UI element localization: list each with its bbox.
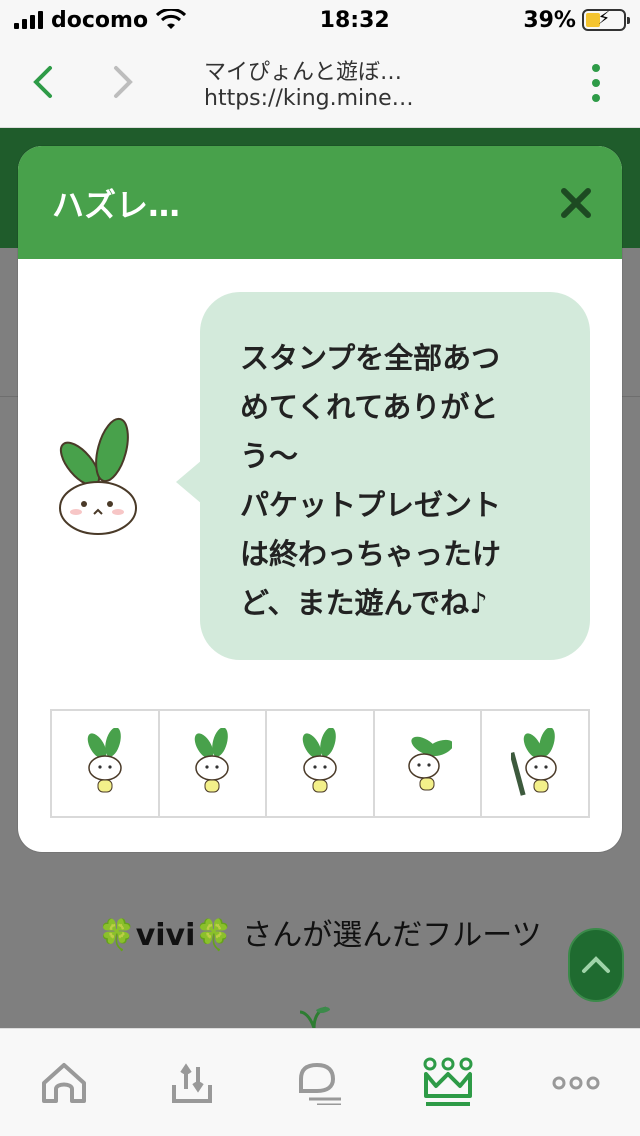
home-icon xyxy=(42,1062,86,1103)
tab-crown[interactable] xyxy=(408,1043,488,1123)
rabbit-mascot-icon xyxy=(59,417,137,535)
carrier-label: docomo xyxy=(51,7,149,33)
bottom-tab-bar xyxy=(0,1028,640,1136)
rabbit-stamp-icon xyxy=(302,727,337,792)
stamp-card xyxy=(50,709,590,818)
more-icon xyxy=(552,1076,600,1089)
selected-fruit-heading: 🍀vivi🍀 さんが選んだフルーツ xyxy=(0,910,640,954)
fruit-label: さんが選んだフルーツ xyxy=(232,918,542,953)
battery-icon: ⚡ xyxy=(581,8,630,31)
browser-toolbar: マイぴょんと遊ぼ… https://king.mine… xyxy=(0,40,640,128)
battery-group: 39% ⚡ xyxy=(523,7,630,33)
chevron-right-icon[interactable] xyxy=(108,62,138,102)
stamp-slot xyxy=(160,711,268,816)
rabbit-stamp-icon xyxy=(195,727,230,792)
user-name: vivi xyxy=(135,918,196,953)
result-modal: ハズレ… スタンプを全部あつ めてくれてありがと う〜 パケットプレゼント は終… xyxy=(18,146,622,852)
stamp-slot xyxy=(267,711,375,816)
modal-header: ハズレ… xyxy=(18,146,622,259)
tab-home[interactable] xyxy=(24,1043,104,1123)
carrier-group: docomo xyxy=(14,7,187,33)
page-title[interactable]: マイぴょんと遊ぼ… xyxy=(204,54,402,86)
rabbit-stamp-icon xyxy=(407,736,452,790)
tab-download[interactable] xyxy=(152,1043,232,1123)
cherry-icon xyxy=(299,1006,330,1029)
stamp-slot xyxy=(482,711,588,816)
stamp-slot xyxy=(375,711,483,816)
clock: 18:32 xyxy=(319,7,390,33)
chevron-up-icon xyxy=(582,956,610,973)
clover-icon: 🍀 xyxy=(195,918,233,953)
battery-percent: 39% xyxy=(523,7,576,33)
status-bar: docomo 18:32 39% ⚡ xyxy=(0,0,640,40)
speech-bubble: スタンプを全部あつ めてくれてありがと う〜 パケットプレゼント は終わっちゃっ… xyxy=(176,292,590,660)
rabbit-stamp-icon xyxy=(511,727,557,796)
modal-message: スタンプを全部あつ めてくれてありがと う〜 パケットプレゼント は終わっちゃっ… xyxy=(240,341,502,620)
clover-icon: 🍀 xyxy=(98,918,136,953)
scroll-top-button[interactable] xyxy=(568,928,624,1002)
stamp-slot xyxy=(52,711,160,816)
signal-icon xyxy=(14,11,43,29)
close-icon[interactable] xyxy=(560,187,592,219)
rabbit-stamp-icon xyxy=(87,727,122,792)
tab-more[interactable] xyxy=(536,1043,616,1123)
crown-icon xyxy=(423,1057,473,1106)
kebab-menu-icon[interactable] xyxy=(592,64,600,102)
chevron-left-icon[interactable] xyxy=(28,62,58,102)
chat-icon xyxy=(299,1062,341,1105)
download-icon xyxy=(172,1062,212,1103)
tab-chat[interactable] xyxy=(280,1043,360,1123)
wifi-icon xyxy=(156,9,187,29)
modal-title: ハズレ… xyxy=(52,185,181,224)
url-field[interactable]: https://king.mine… xyxy=(204,86,414,111)
